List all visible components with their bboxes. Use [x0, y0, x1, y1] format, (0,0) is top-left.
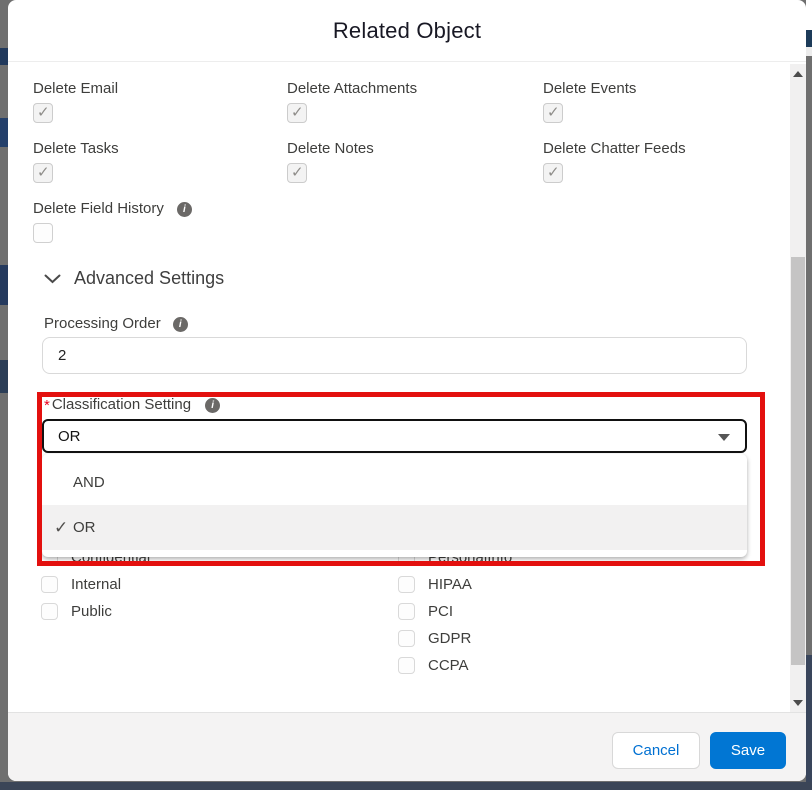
classification-setting-combobox[interactable]: OR	[42, 419, 747, 453]
modal-footer: Cancel Save	[8, 712, 806, 781]
checkmark-icon: ✓	[37, 104, 50, 121]
checkmark-icon: ✓	[291, 164, 304, 181]
checkmark-icon: ✓	[547, 104, 560, 121]
option-and[interactable]: AND	[42, 460, 747, 505]
delete-events-checkbox[interactable]: ✓	[543, 103, 563, 123]
classification-setting-label: Classification Setting	[51, 396, 192, 413]
delete-chatter-feeds-checkbox[interactable]: ✓	[543, 163, 563, 183]
delete-notes-label: Delete Notes	[287, 140, 374, 157]
option-label: AND	[73, 474, 105, 491]
background-bottom-strip	[0, 782, 812, 790]
delete-chatter-feeds-label: Delete Chatter Feeds	[543, 140, 686, 157]
classification-level-internal: Internal	[41, 576, 121, 593]
checkmark-icon: ✓	[547, 164, 560, 181]
hipaa-label: HIPAA	[428, 576, 472, 593]
ccpa-checkbox[interactable]	[398, 657, 415, 674]
classification-level-pci: PCI	[398, 603, 453, 620]
option-label: OR	[73, 519, 96, 536]
info-icon[interactable]: i	[205, 397, 221, 413]
pci-checkbox[interactable]	[398, 603, 415, 620]
scroll-down-button[interactable]	[790, 695, 806, 710]
delete-events-label: Delete Events	[543, 80, 637, 97]
background-right-white	[806, 0, 812, 30]
delete-field-history-label: Delete Field History	[33, 200, 164, 217]
related-object-modal: Related Object Delete Email ✓ Delete Att…	[8, 0, 806, 781]
gdpr-label: GDPR	[428, 630, 472, 647]
triangle-up-icon	[793, 70, 803, 77]
delete-tasks-checkbox[interactable]: ✓	[33, 163, 53, 183]
classification-setting-listbox: AND ✓ OR	[42, 454, 747, 557]
field-delete-email: Delete Email ✓	[33, 80, 118, 128]
delete-email-checkbox[interactable]: ✓	[33, 103, 53, 123]
background-navband-2	[0, 118, 8, 147]
background-right-navband	[806, 30, 812, 47]
background-right-lightband	[806, 47, 812, 56]
internal-checkbox[interactable]	[41, 576, 58, 593]
cancel-button[interactable]: Cancel	[612, 732, 700, 769]
classification-level-gdpr: GDPR	[398, 630, 471, 647]
pci-label: PCI	[428, 603, 454, 620]
field-delete-notes: Delete Notes ✓	[287, 140, 374, 188]
classification-level-ccpa: CCPA	[398, 657, 469, 674]
dropdown-arrow-icon	[718, 434, 730, 441]
delete-field-history-checkbox[interactable]	[33, 223, 53, 243]
modal-title: Related Object	[332, 17, 482, 43]
background-navband-3	[0, 265, 8, 305]
gdpr-checkbox[interactable]	[398, 630, 415, 647]
scrollbar-thumb[interactable]	[791, 257, 805, 665]
field-delete-tasks: Delete Tasks ✓	[33, 140, 119, 188]
delete-email-label: Delete Email	[33, 80, 119, 97]
modal-header: Related Object	[8, 0, 806, 62]
combobox-value: OR	[58, 427, 81, 445]
info-icon[interactable]: i	[172, 316, 188, 332]
checkmark-icon: ✓	[54, 517, 69, 537]
advanced-settings-toggle[interactable]: Advanced Settings	[44, 268, 224, 289]
field-delete-field-history: Delete Field History i	[33, 200, 192, 248]
checkmark-icon: ✓	[37, 164, 50, 181]
public-label: Public	[71, 603, 112, 620]
processing-order-label-row: Processing Order i	[44, 315, 188, 333]
vertical-scrollbar[interactable]	[790, 64, 806, 712]
info-icon[interactable]: i	[176, 201, 192, 217]
chevron-down-icon	[44, 274, 61, 283]
delete-attachments-checkbox[interactable]: ✓	[287, 103, 307, 123]
processing-order-input[interactable]	[42, 337, 747, 374]
field-delete-chatter-feeds: Delete Chatter Feeds ✓	[543, 140, 686, 188]
processing-order-label: Processing Order	[44, 315, 161, 332]
hipaa-checkbox[interactable]	[398, 576, 415, 593]
classification-level-public: Public	[41, 603, 112, 620]
classification-setting-label-row: * Classification Setting i	[44, 396, 221, 414]
public-checkbox[interactable]	[41, 603, 58, 620]
ccpa-label: CCPA	[428, 657, 469, 674]
checkmark-icon: ✓	[291, 104, 304, 121]
delete-tasks-label: Delete Tasks	[33, 140, 119, 157]
background-navband-1	[0, 48, 8, 65]
scroll-up-button[interactable]	[790, 66, 806, 81]
classification-level-hipaa: HIPAA	[398, 576, 472, 593]
save-button[interactable]: Save	[710, 732, 786, 769]
advanced-settings-heading: Advanced Settings	[74, 268, 225, 288]
background-right-darkband	[806, 655, 812, 790]
field-delete-attachments: Delete Attachments ✓	[287, 80, 417, 128]
background-navband-4	[0, 360, 8, 393]
internal-label: Internal	[71, 576, 122, 593]
delete-attachments-label: Delete Attachments	[287, 80, 418, 97]
option-or[interactable]: ✓ OR	[42, 505, 747, 550]
required-asterisk: *	[44, 396, 50, 414]
delete-notes-checkbox[interactable]: ✓	[287, 163, 307, 183]
triangle-down-icon	[793, 699, 803, 706]
field-delete-events: Delete Events ✓	[543, 80, 636, 128]
